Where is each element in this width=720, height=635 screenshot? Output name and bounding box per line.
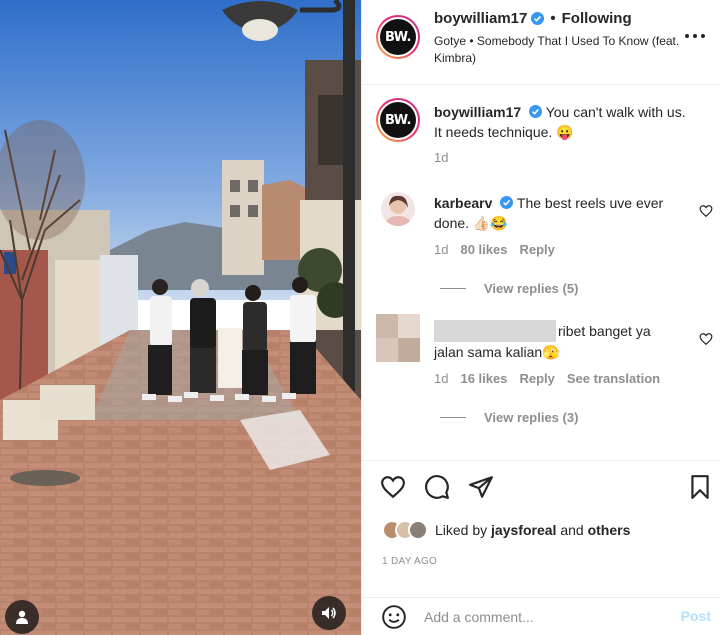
comment-likes-count[interactable]: 16 likes [460, 371, 507, 386]
emoji-icon[interactable] [381, 604, 407, 630]
author-line: boywilliam17 • Following [434, 10, 632, 27]
author-username[interactable]: boywilliam17 [434, 10, 527, 27]
post-header: BW. boywilliam17 • Following Gotye • Som… [362, 0, 720, 85]
comment-time: 1d [434, 242, 449, 257]
post-comment-button[interactable]: Post [681, 608, 711, 624]
view-replies-button[interactable]: View replies (5) [440, 281, 578, 296]
video-frame [0, 0, 361, 635]
comment-icon[interactable] [424, 474, 450, 500]
verified-badge-icon [531, 12, 545, 25]
verified-badge-icon [529, 105, 543, 118]
commenter-avatar-blurred[interactable] [376, 314, 420, 362]
replies-divider-line [440, 288, 466, 289]
comment-text-block: ribet banget ya jalan sama kalian🫣 [434, 320, 704, 362]
view-replies-label: View replies (3) [484, 410, 579, 425]
author-avatar[interactable]: BW. [376, 15, 420, 59]
bookmark-icon[interactable] [687, 474, 713, 500]
liked-by-others[interactable]: others [588, 522, 631, 538]
comment-text-line1: ribet banget ya [558, 323, 651, 339]
comment-text-block: karbearv The best reels uve ever done. 👍… [434, 193, 684, 233]
comment-meta: 1d 80 likes Reply [434, 242, 555, 257]
comment-likes-count[interactable]: 80 likes [460, 242, 507, 257]
verified-badge-icon [500, 196, 514, 209]
reel-video[interactable] [0, 0, 361, 635]
reply-button[interactable]: Reply [519, 242, 554, 257]
see-translation-button[interactable]: See translation [567, 371, 660, 386]
separator-dot: • [550, 10, 556, 27]
avatar-logo-text: BW. [380, 19, 416, 55]
post-details-panel: BW. boywilliam17 • Following Gotye • Som… [361, 0, 720, 635]
liked-by-conjunction: and [560, 522, 584, 538]
section-divider [362, 460, 720, 461]
comments-list[interactable]: BW. boywilliam17 You can't walk with us.… [362, 86, 720, 460]
liked-by-prefix: Liked by [435, 522, 488, 538]
reply-button[interactable]: Reply [519, 371, 554, 386]
comment-text-line2: jalan sama kalian🫣 [434, 344, 560, 360]
mute-toggle-button[interactable] [312, 596, 346, 630]
view-replies-label: View replies (5) [484, 281, 579, 296]
caption-author-avatar[interactable]: BW. [376, 98, 420, 142]
caption-time: 1d [434, 150, 449, 165]
liked-by-summary: Liked by jaysforeal and others [382, 520, 630, 540]
following-button[interactable]: Following [562, 10, 632, 27]
comment-username[interactable]: karbearv [434, 195, 492, 211]
avatar-logo-text: BW. [380, 102, 416, 138]
replies-divider-line [440, 417, 466, 418]
comment-time: 1d [434, 371, 449, 386]
tagged-users-button[interactable] [5, 600, 39, 634]
liked-by-user[interactable]: jaysforeal [491, 522, 556, 538]
commenter-avatar[interactable] [381, 192, 415, 226]
liker-avatar [408, 520, 428, 540]
comment-like-heart-icon[interactable] [699, 332, 713, 346]
more-horizontal-icon[interactable] [683, 28, 707, 44]
send-icon[interactable] [468, 474, 494, 500]
post-date[interactable]: 1 DAY AGO [382, 556, 437, 567]
comment-like-heart-icon[interactable] [699, 204, 713, 218]
speaker-icon [322, 607, 336, 619]
add-comment-bar: Post [362, 597, 720, 635]
comment-username-redacted[interactable] [434, 320, 556, 342]
comment-meta: 1d 16 likes Reply See translation [434, 371, 660, 386]
post-action-bar [362, 470, 720, 506]
heart-icon[interactable] [380, 474, 406, 500]
liked-by-text: Liked by jaysforeal and others [435, 522, 630, 538]
caption-meta: 1d [434, 150, 448, 165]
caption-text-block: boywilliam17 You can't walk with us. It … [434, 102, 694, 142]
comment-input[interactable] [424, 602, 664, 632]
audio-track-link[interactable]: Gotye • Somebody That I Used To Know (fe… [434, 33, 684, 67]
view-replies-button[interactable]: View replies (3) [440, 410, 578, 425]
user-icon [16, 610, 28, 624]
caption-username[interactable]: boywilliam17 [434, 104, 521, 120]
